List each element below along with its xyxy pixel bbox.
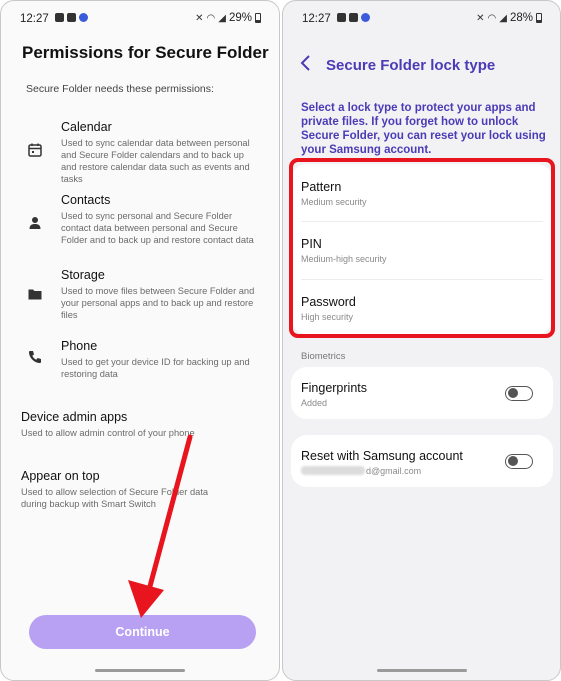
status-time: 12:27	[302, 13, 331, 25]
permission-device-admin: Device admin apps Used to allow admin co…	[21, 410, 261, 439]
signal-icon: ◢	[218, 12, 226, 24]
reset-account-email: d@gmail.com	[301, 466, 421, 476]
continue-button[interactable]: Continue	[29, 615, 256, 649]
page-title: Permissions for Secure Folder	[22, 43, 269, 62]
mute-icon: ✕	[476, 12, 485, 24]
mute-icon: ✕	[195, 12, 204, 24]
page-subtitle: Secure Folder needs these permissions:	[26, 83, 214, 95]
back-arrow-icon[interactable]	[299, 53, 313, 73]
status-bar: 12:27 ✕ ◠ ◢ 29%	[1, 1, 279, 37]
lock-type-screen: 12:27 ✕ ◠ ◢ 28% Secure Folder lock type …	[282, 0, 561, 681]
fingerprints-status: Added	[301, 398, 328, 408]
phone-icon	[29, 351, 41, 363]
email-suffix: d@gmail.com	[366, 466, 422, 476]
notification-icons	[55, 13, 88, 22]
folder-icon	[28, 289, 42, 300]
permission-description: Used to allow selection of Secure Folder…	[21, 487, 209, 509]
permission-description: Used to allow admin control of your phon…	[21, 428, 195, 438]
redacted-email	[301, 466, 365, 475]
wifi-icon: ◠	[206, 12, 216, 24]
permission-appear-on-top: Appear on top Used to allow selection of…	[21, 469, 261, 510]
permissions-screen: 12:27 ✕ ◠ ◢ 29% Permissions for Secure F…	[0, 0, 280, 681]
permission-description: Used to sync personal and Secure Folder …	[61, 211, 254, 245]
battery-percent: 29%	[228, 12, 252, 24]
page-title: Secure Folder lock type	[326, 57, 496, 74]
permission-description: Used to sync calendar data between perso…	[61, 138, 250, 184]
permission-label: Contacts	[61, 193, 111, 207]
section-label-biometrics: Biometrics	[301, 351, 346, 362]
reset-label: Reset with Samsung account	[301, 449, 463, 463]
reset-samsung-row[interactable]: Reset with Samsung account d@gmail.com	[291, 435, 553, 487]
status-indicators: ✕ ◠ ◢ 28%	[476, 12, 542, 24]
permission-label: Device admin apps	[21, 410, 128, 424]
status-time: 12:27	[20, 13, 49, 25]
notification-icons	[337, 13, 370, 22]
fingerprints-toggle[interactable]	[505, 386, 533, 401]
battery-icon	[255, 13, 261, 23]
lock-description: Select a lock type to protect your apps …	[301, 102, 546, 156]
highlight-box	[289, 158, 555, 338]
reset-toggle[interactable]	[505, 454, 533, 469]
permission-description: Used to get your device ID for backing u…	[61, 357, 250, 379]
home-indicator	[376, 669, 467, 672]
home-indicator	[95, 669, 185, 672]
battery-percent: 28%	[509, 12, 533, 24]
fingerprints-label: Fingerprints	[301, 381, 367, 395]
battery-icon	[536, 13, 542, 23]
permission-label: Phone	[61, 339, 98, 353]
permission-label: Storage	[61, 268, 105, 282]
person-icon	[29, 217, 41, 229]
status-bar: 12:27 ✕ ◠ ◢ 28%	[283, 1, 560, 37]
permission-label: Calendar	[61, 120, 112, 134]
signal-icon: ◢	[499, 12, 507, 24]
status-indicators: ✕ ◠ ◢ 29%	[195, 12, 261, 24]
calendar-icon	[28, 143, 42, 157]
fingerprints-row[interactable]: Fingerprints Added	[291, 367, 553, 419]
permission-description: Used to move files between Secure Folder…	[61, 286, 255, 320]
wifi-icon: ◠	[487, 12, 497, 24]
permission-label: Appear on top	[21, 469, 100, 483]
